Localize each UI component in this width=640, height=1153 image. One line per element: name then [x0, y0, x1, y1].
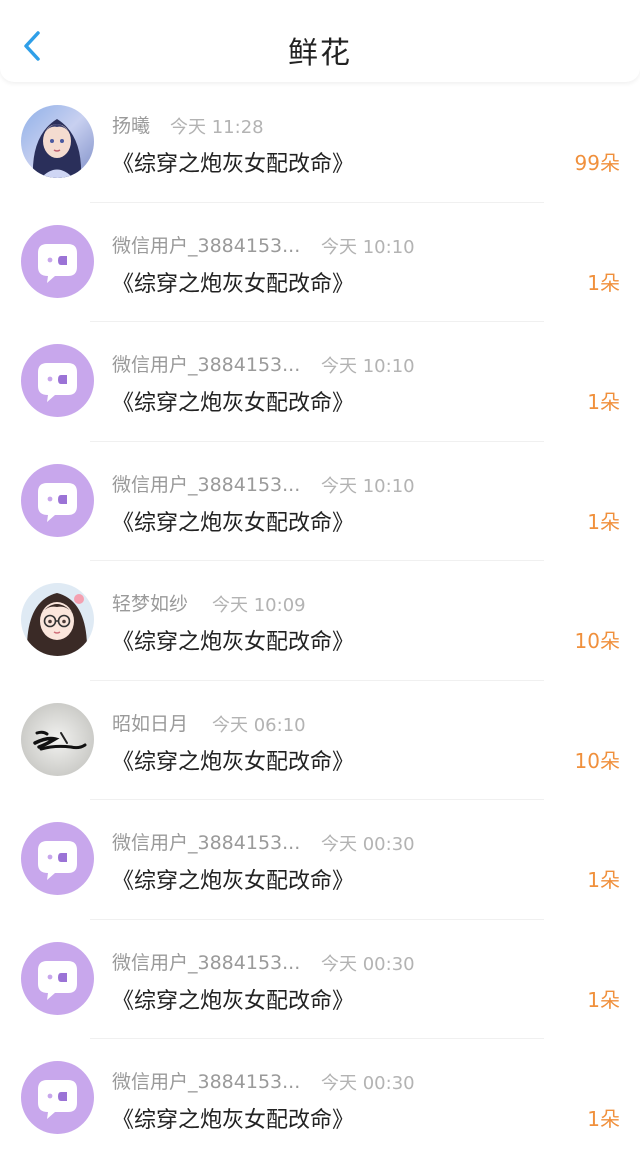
- flower-count: 1朵: [587, 270, 620, 295]
- top-nav-bar: 鲜花: [0, 0, 640, 82]
- user-name: 微信用户_3884153...: [112, 832, 301, 854]
- user-name: 轻梦如纱: [112, 593, 189, 615]
- default-chat-avatar-icon: [21, 941, 94, 1015]
- book-title[interactable]: 《综穿之炮灰女配改命》: [112, 983, 354, 1015]
- book-title[interactable]: 《综穿之炮灰女配改命》: [112, 1102, 354, 1134]
- user-name: 昭如日月: [112, 712, 189, 735]
- avatar[interactable]: [21, 702, 94, 776]
- book-title[interactable]: 《综穿之炮灰女配改命》: [112, 863, 354, 895]
- book-title[interactable]: 《综穿之炮灰女配改命》: [112, 624, 354, 656]
- list-item[interactable]: 微信用户_3884153... 今天 00:30 《综穿之炮灰女配改命》 1朵: [0, 920, 640, 1039]
- book-title[interactable]: 《综穿之炮灰女配改命》: [112, 146, 354, 178]
- avatar[interactable]: [21, 224, 94, 298]
- default-chat-avatar-icon: [21, 463, 94, 537]
- list-item[interactable]: 微信用户_3884153... 今天 10:10 《综穿之炮灰女配改命》 1朵: [0, 442, 640, 561]
- list-item[interactable]: 昭如日月 今天 06:10 《综穿之炮灰女配改命》 10朵: [0, 681, 640, 800]
- user-name: 扬曦: [112, 115, 151, 137]
- avatar[interactable]: [21, 463, 94, 537]
- user-name: 微信用户_3884153...: [112, 354, 301, 376]
- default-chat-avatar-icon: [21, 1061, 94, 1134]
- avatar[interactable]: [21, 583, 94, 656]
- timestamp: 今天 00:30: [321, 953, 415, 975]
- girl-anime-avatar-icon: [21, 105, 94, 178]
- default-chat-avatar-icon: [21, 822, 94, 895]
- list-item[interactable]: 微信用户_3884153... 今天 00:30 《综穿之炮灰女配改命》 1朵: [0, 1039, 640, 1153]
- book-title[interactable]: 《综穿之炮灰女配改命》: [112, 744, 354, 776]
- avatar[interactable]: [21, 344, 94, 417]
- list-item[interactable]: 微信用户_3884153... 今天 10:10 《综穿之炮灰女配改命》 1朵: [0, 322, 640, 442]
- default-chat-avatar-icon: [21, 224, 94, 298]
- flower-count: 1朵: [587, 1107, 620, 1131]
- flower-gift-list: 扬曦 今天 11:28 《综穿之炮灰女配改命》 99朵 微信用户_3884153…: [0, 83, 640, 1153]
- timestamp: 今天 06:10: [212, 714, 306, 736]
- timestamp: 今天 10:10: [321, 356, 415, 377]
- timestamp: 今天 10:09: [212, 595, 306, 616]
- user-name: 微信用户_3884153...: [112, 951, 301, 974]
- avatar[interactable]: [21, 822, 94, 895]
- page-title: 鲜花: [288, 36, 352, 71]
- default-chat-avatar-icon: [21, 344, 94, 417]
- user-name: 微信用户_3884153...: [112, 473, 301, 496]
- flower-count: 99朵: [574, 151, 620, 175]
- timestamp: 今天 11:28: [170, 117, 264, 138]
- calligraphy-avatar-icon: [21, 702, 94, 776]
- timestamp: 今天 10:10: [321, 475, 415, 497]
- avatar[interactable]: [21, 941, 94, 1015]
- user-name: 微信用户_3884153...: [112, 234, 301, 257]
- flower-count: 1朵: [587, 987, 620, 1012]
- list-item[interactable]: 微信用户_3884153... 今天 00:30 《综穿之炮灰女配改命》 1朵: [0, 800, 640, 920]
- flower-count: 1朵: [587, 509, 620, 534]
- avatar[interactable]: [21, 1061, 94, 1134]
- flower-count: 1朵: [587, 868, 620, 892]
- list-item[interactable]: 轻梦如纱 今天 10:09 《综穿之炮灰女配改命》 10朵: [0, 561, 640, 681]
- book-title[interactable]: 《综穿之炮灰女配改命》: [112, 505, 354, 537]
- user-name: 微信用户_3884153...: [112, 1071, 301, 1093]
- girl-glasses-avatar-icon: [21, 583, 94, 656]
- list-item[interactable]: 扬曦 今天 11:28 《综穿之炮灰女配改命》 99朵: [0, 83, 640, 203]
- flower-count: 1朵: [587, 390, 620, 414]
- timestamp: 今天 10:10: [321, 236, 415, 258]
- book-title[interactable]: 《综穿之炮灰女配改命》: [112, 385, 354, 417]
- timestamp: 今天 00:30: [321, 1073, 415, 1094]
- avatar[interactable]: [21, 105, 94, 178]
- flower-count: 10朵: [574, 629, 620, 653]
- list-item[interactable]: 微信用户_3884153... 今天 10:10 《综穿之炮灰女配改命》 1朵: [0, 203, 640, 322]
- timestamp: 今天 00:30: [321, 834, 415, 855]
- book-title[interactable]: 《综穿之炮灰女配改命》: [112, 266, 354, 298]
- flower-count: 10朵: [574, 748, 620, 773]
